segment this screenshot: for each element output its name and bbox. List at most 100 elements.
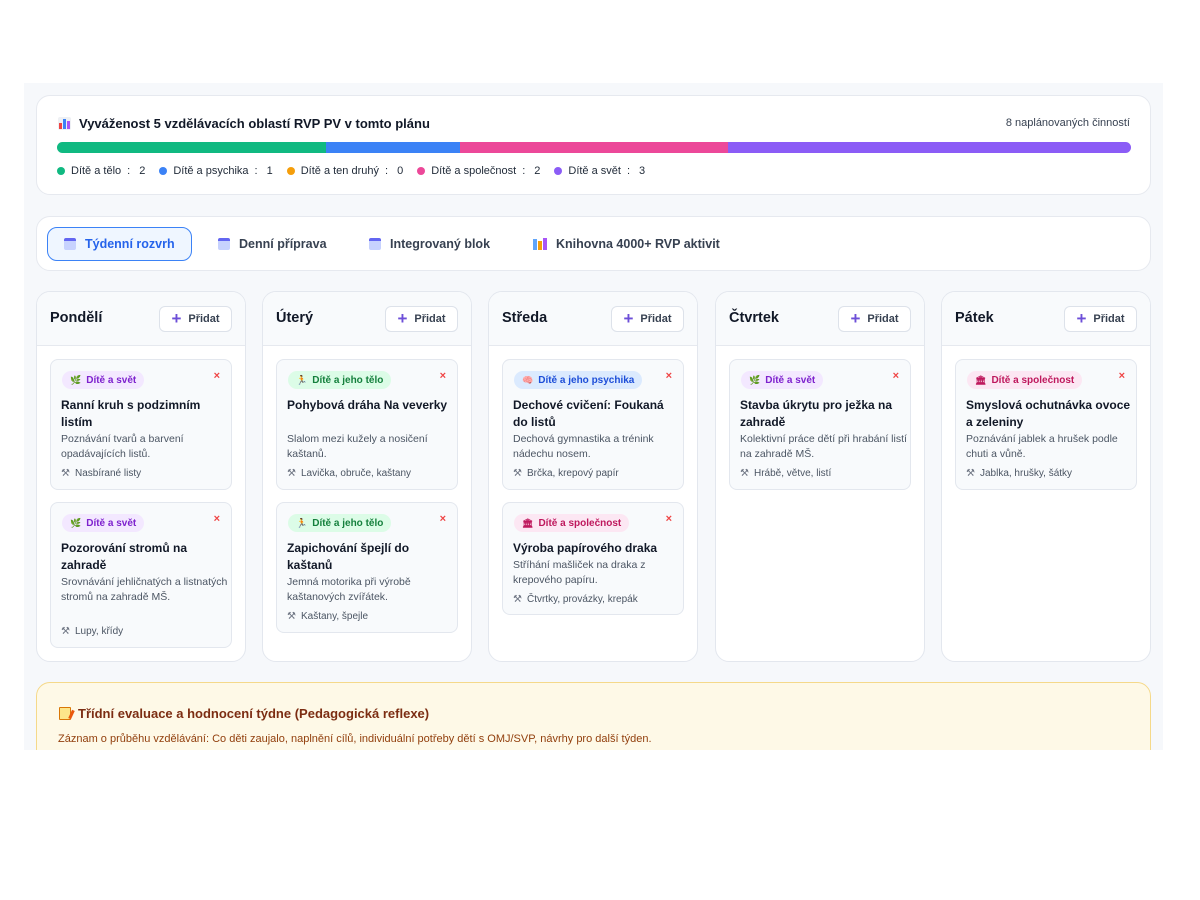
area-tag: 🌿 Dítě a svět	[62, 514, 145, 532]
activity-description: Kolektivní práce dětí při hrabání listí …	[740, 433, 907, 460]
area-tag: 🏃 Dítě a jeho tělo	[288, 371, 392, 389]
building-icon: 🏛	[975, 374, 987, 385]
remove-activity-icon[interactable]: ×	[666, 370, 672, 382]
reflection-panel: Třídní evaluace a hodnocení týdne (Pedag…	[36, 682, 1151, 750]
activity-card[interactable]: 🏃 Dítě a jeho tělo × Zapichování špejlí do …	[276, 502, 458, 633]
activity-description: Poznávání tvarů a barvení opadávajících …	[61, 433, 184, 460]
activity-count: 8 naplánovaných činností	[1005, 117, 1130, 129]
balance-title-text: Vyváženost 5 vzdělávacích oblastí RVP PV…	[79, 116, 430, 131]
legend-count: 3	[639, 165, 646, 177]
legend-count: 2	[139, 165, 146, 177]
activity-title: Pohybová dráha Na veverky	[287, 398, 448, 412]
legend-separator: :	[254, 165, 258, 177]
day-title: Úterý	[276, 310, 314, 326]
reflection-description[interactable]: Záznam o průběhu vzdělávání: Co děti zau…	[58, 733, 652, 745]
activity-materials: ⚒ Lupy, křídy	[61, 626, 123, 637]
legend-separator: :	[385, 165, 389, 177]
day-header: Čtvrtek + Přidat	[716, 292, 924, 346]
add-activity-button[interactable]: + Přidat	[1064, 306, 1137, 332]
add-activity-button[interactable]: + Přidat	[159, 306, 232, 332]
activity-title: Pozorování stromů na zahradě	[61, 541, 188, 572]
remove-activity-icon[interactable]: ×	[440, 513, 446, 525]
tab-integrated-block[interactable]: Integrovaný blok	[353, 227, 506, 261]
remove-activity-icon[interactable]: ×	[214, 513, 220, 525]
bar-chart-icon	[58, 117, 71, 130]
legend-label: Dítě a svět	[568, 165, 621, 177]
legend-item: Dítě a tělo:2	[57, 165, 145, 177]
add-button-label: Přidat	[1093, 313, 1125, 325]
remove-activity-icon[interactable]: ×	[1119, 370, 1125, 382]
add-activity-button[interactable]: + Přidat	[611, 306, 684, 332]
area-tag: 🌿 Dítě a svět	[741, 371, 824, 389]
plus-icon: +	[1076, 308, 1087, 328]
legend-count: 1	[266, 165, 273, 177]
activity-title: Zapichování špejlí do kaštanů	[287, 541, 410, 572]
day-column: Pátek + Přidat 🏛 Dítě a společnost × Smyslová …	[941, 291, 1151, 662]
activity-card[interactable]: 🏛 Dítě a společnost × Výroba papírového dra…	[502, 502, 684, 615]
area-tag-label: Dítě a společnost	[538, 517, 622, 529]
legend-count: 2	[534, 165, 541, 177]
legend-item: Dítě a společnost:2	[417, 165, 540, 177]
brain-icon: 🧠	[522, 374, 534, 385]
area-tag-label: Dítě a jeho tělo	[312, 517, 384, 529]
activity-card[interactable]: 🌿 Dítě a svět × Stavba úkrytu pro ježka na …	[729, 359, 911, 490]
seedling-icon: 🌿	[70, 374, 82, 385]
activity-materials: ⚒ Kaštany, špejle	[287, 611, 368, 622]
activity-card[interactable]: 🧠 Dítě a jeho psychika × Dechové cvičení: F…	[502, 359, 684, 490]
area-tag-label: Dítě a jeho psychika	[538, 374, 635, 386]
remove-activity-icon[interactable]: ×	[214, 370, 220, 382]
activity-card[interactable]: 🏛 Dítě a společnost × Smyslová ochutnávka o…	[955, 359, 1137, 490]
planner-app: Vyváženost 5 vzdělávacích oblastí RVP PV…	[24, 83, 1163, 750]
legend-dot-icon	[417, 167, 426, 175]
tools-icon: ⚒	[513, 468, 522, 479]
tools-icon: ⚒	[740, 468, 749, 479]
activity-title: Výroba papírového draka	[513, 541, 658, 555]
activity-materials: ⚒ Brčka, krepový papír	[513, 468, 619, 479]
add-activity-button[interactable]: + Přidat	[385, 306, 458, 332]
materials-text: Nasbírané listy	[74, 468, 142, 479]
view-tabs: Týdenní rozvrh Denní příprava Integrovan…	[36, 216, 1151, 271]
remove-activity-icon[interactable]: ×	[440, 370, 446, 382]
legend-count: 0	[397, 165, 404, 177]
calendar-icon	[64, 238, 76, 250]
materials-text: Lupy, křídy	[74, 626, 124, 637]
day-header: Úterý + Přidat	[263, 292, 471, 346]
add-activity-button[interactable]: + Přidat	[838, 306, 911, 332]
balance-bar-segment	[57, 142, 326, 153]
legend-dot-icon	[286, 167, 295, 175]
activity-description: Slalom mezi kužely a nosičení kaštanů.	[287, 433, 428, 460]
activity-title: Dechové cvičení: Foukaná do listů	[513, 398, 664, 429]
reflection-title: Třídní evaluace a hodnocení týdne (Pedag…	[59, 706, 429, 721]
activity-materials: ⚒ Jablka, hrušky, šátky	[966, 468, 1072, 479]
books-icon	[533, 238, 547, 250]
legend-item: Dítě a svět:3	[554, 165, 645, 177]
activity-materials: ⚒ Nasbírané listy	[61, 468, 141, 479]
area-tag: 🏛 Dítě a společnost	[967, 371, 1083, 389]
tools-icon: ⚒	[61, 468, 70, 479]
legend-separator: :	[626, 165, 631, 177]
remove-activity-icon[interactable]: ×	[893, 370, 899, 382]
tab-label: Týdenní rozvrh	[85, 237, 175, 251]
tools-icon: ⚒	[966, 468, 975, 479]
activity-card[interactable]: 🏃 Dítě a jeho tělo × Pohybová dráha Na veve…	[276, 359, 458, 490]
legend-dot-icon	[554, 167, 563, 175]
remove-activity-icon[interactable]: ×	[666, 513, 672, 525]
area-tag: 🧠 Dítě a jeho psychika	[514, 371, 643, 389]
activity-materials: ⚒ Hrábě, větve, listí	[740, 468, 831, 479]
tab-activity-library[interactable]: Knihovna 4000+ RVP aktivit	[517, 227, 736, 261]
activity-card[interactable]: 🌿 Dítě a svět × Ranní kruh s podzimním list…	[50, 359, 232, 490]
reflection-title-text: Třídní evaluace a hodnocení týdne (Pedag…	[78, 706, 430, 721]
tab-weekly-schedule[interactable]: Týdenní rozvrh	[47, 227, 192, 261]
building-icon: 🏛	[522, 517, 534, 528]
area-tag: 🏛 Dítě a společnost	[514, 514, 630, 532]
tab-daily-prep[interactable]: Denní příprava	[202, 227, 343, 261]
legend-separator: :	[522, 165, 526, 177]
add-button-label: Přidat	[414, 313, 446, 325]
seedling-icon: 🌿	[70, 517, 82, 528]
activity-materials: ⚒ Čtvrtky, provázky, krepák	[513, 594, 638, 605]
materials-text: Lavička, obruče, kaštany	[300, 468, 412, 479]
activity-card[interactable]: 🌿 Dítě a svět × Pozorování stromů na zahrad…	[50, 502, 232, 648]
activity-description: Jemná motorika při výrobě kaštanových zv…	[287, 576, 411, 603]
tab-label: Knihovna 4000+ RVP aktivit	[556, 237, 720, 251]
balance-bar-segment	[459, 142, 729, 153]
